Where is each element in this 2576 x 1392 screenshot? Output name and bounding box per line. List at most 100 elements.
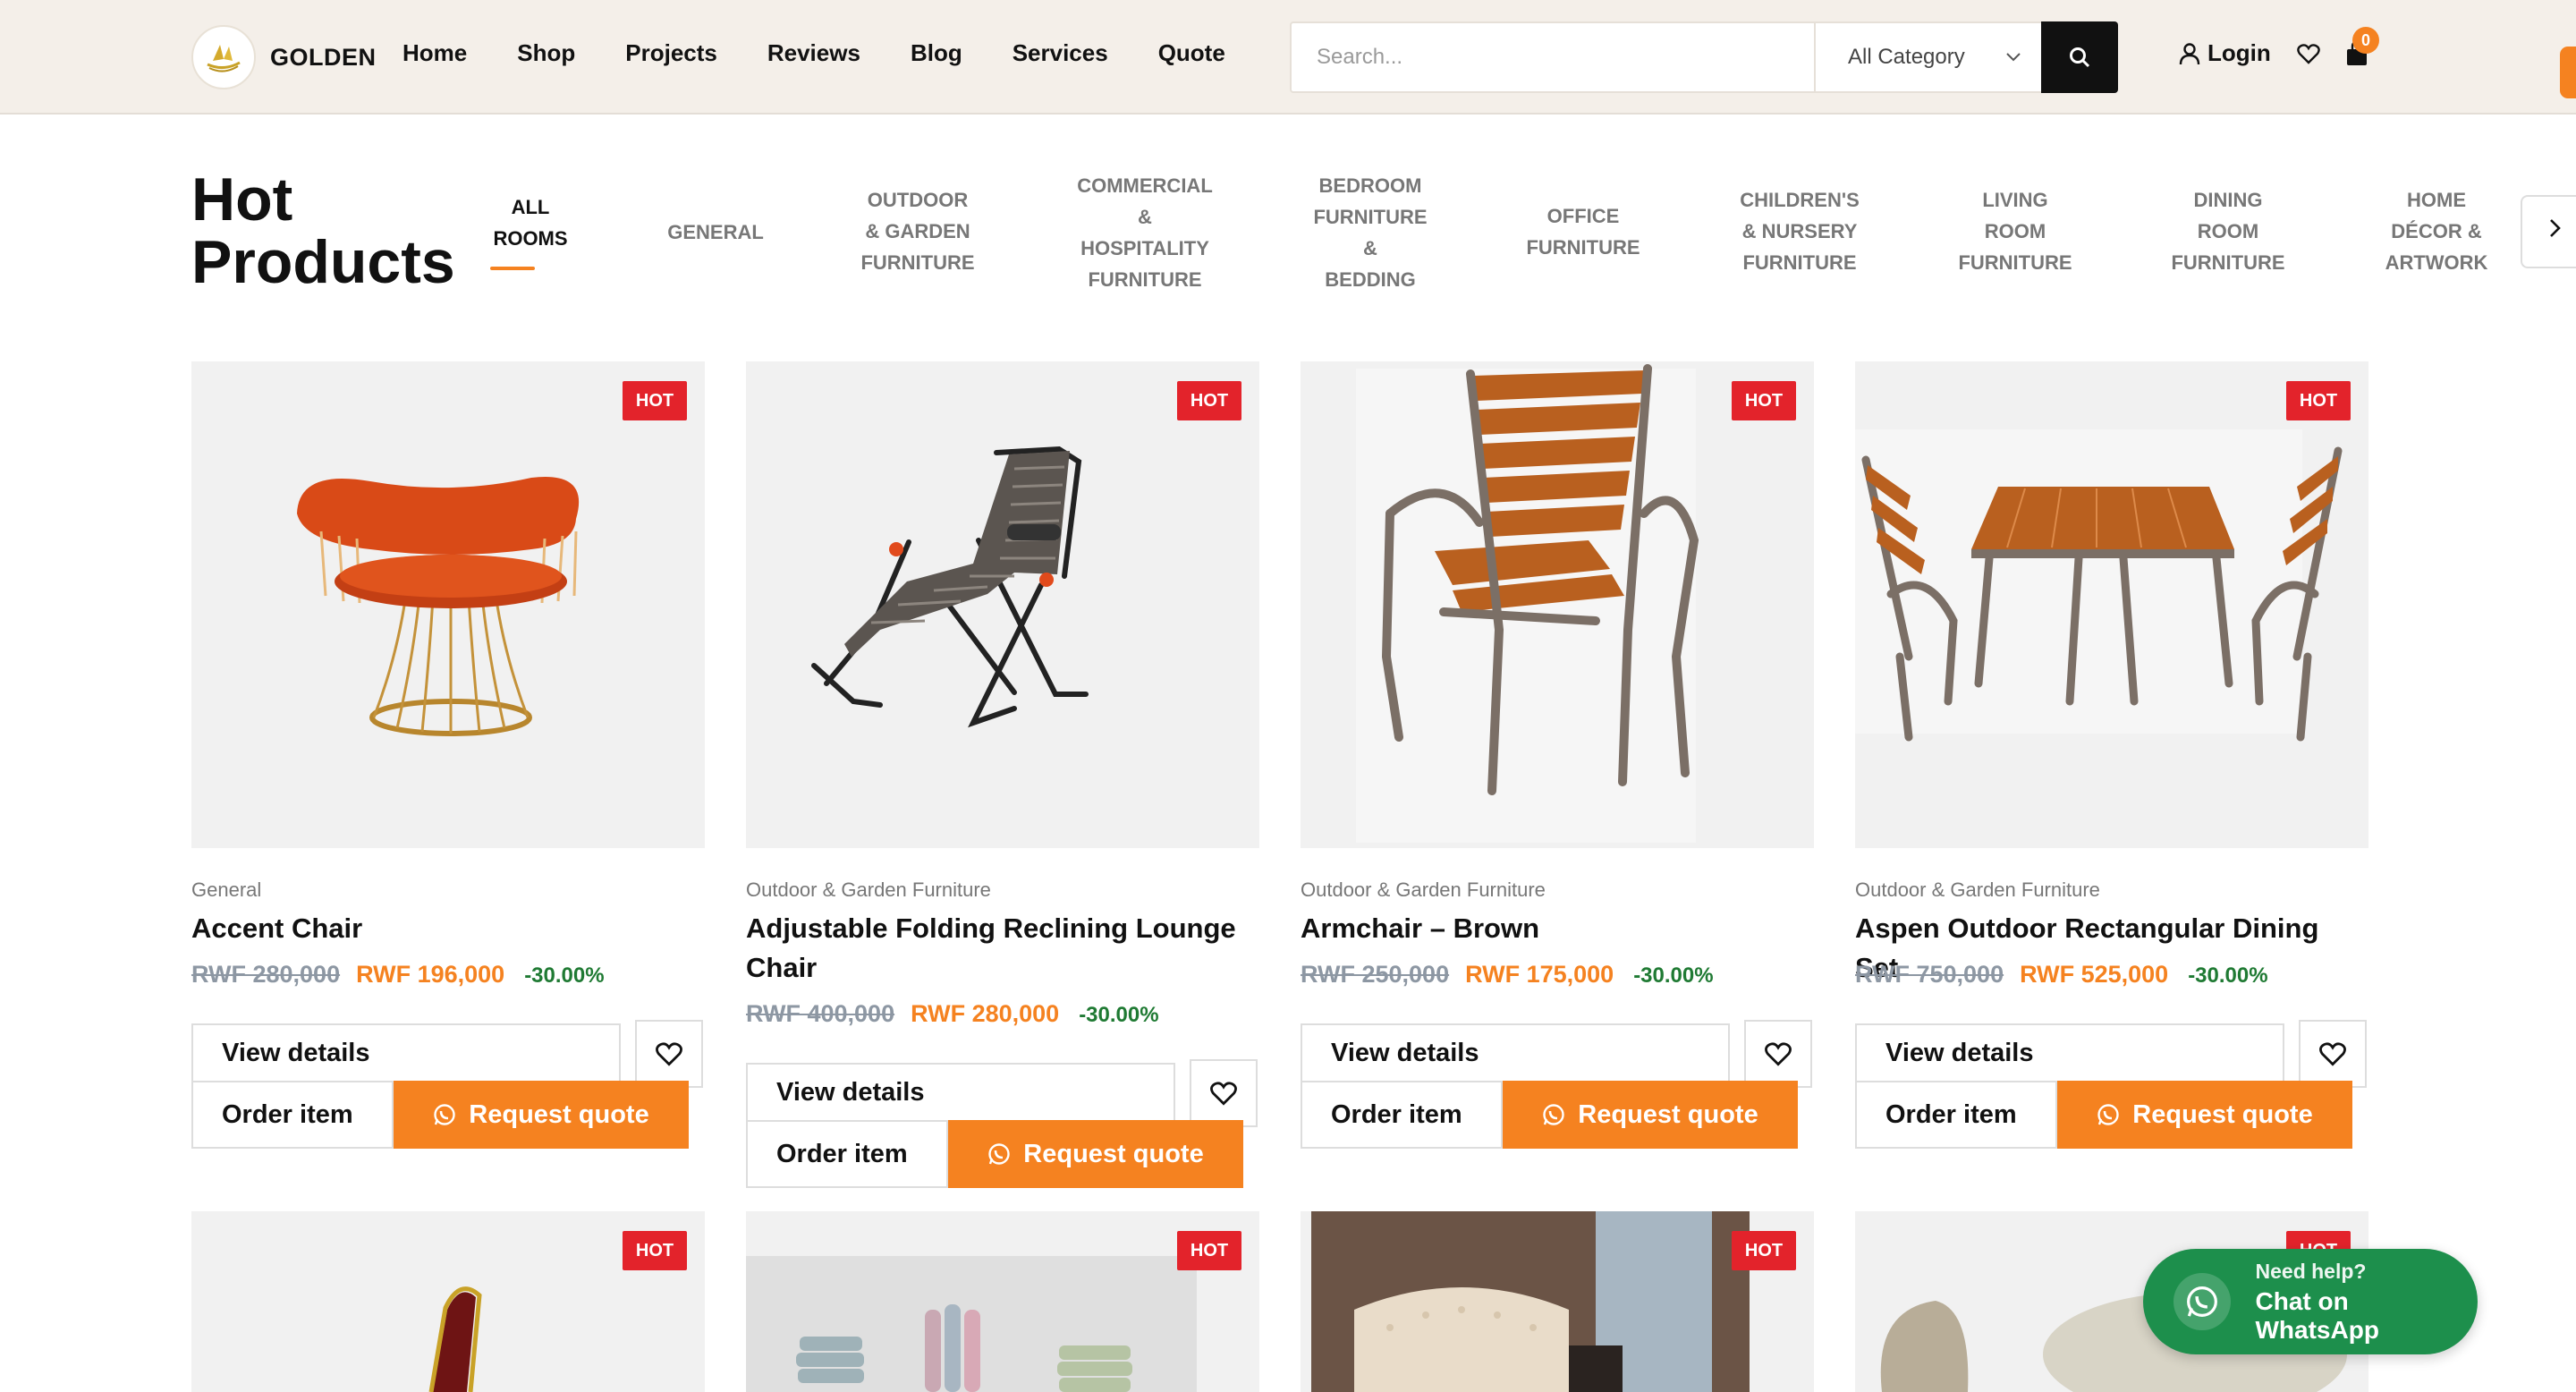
- main-nav: Home Shop Projects Reviews Blog Services…: [402, 39, 1275, 67]
- product-title[interactable]: Adjustable Folding Reclining Lounge Chai…: [746, 909, 1259, 988]
- hot-badge: HOT: [1177, 1231, 1241, 1270]
- whatsapp-chat-label: Chat on WhatsApp: [2255, 1286, 2379, 1344]
- wishlist-button[interactable]: [2297, 43, 2320, 69]
- dining-set-illustration: [1855, 429, 2343, 742]
- sale-price: RWF 525,000: [2020, 961, 2169, 988]
- hot-badge: HOT: [1177, 381, 1241, 420]
- whatsapp-help-label: Need help?: [2255, 1259, 2367, 1283]
- product-image[interactable]: HOT: [1301, 361, 1814, 848]
- whatsapp-icon: [2174, 1273, 2231, 1330]
- tab-living-room[interactable]: LIVING ROOM FURNITURE: [1941, 184, 2089, 278]
- wishlist-button[interactable]: [635, 1020, 703, 1088]
- product-image[interactable]: HOT: [746, 1211, 1259, 1392]
- nav-quote[interactable]: Quote: [1158, 39, 1225, 67]
- tab-dining-room[interactable]: DINING ROOM FURNITURE: [2154, 184, 2302, 278]
- tab-bedroom-bedding[interactable]: BEDROOM FURNITURE & BEDDING: [1293, 170, 1447, 295]
- accent-chair-illustration: [297, 476, 580, 736]
- whatsapp-chat-widget[interactable]: Need help? Chat on WhatsApp: [2143, 1249, 2478, 1354]
- old-price: RWF 750,000: [1855, 961, 2004, 988]
- request-quote-button[interactable]: Request quote: [394, 1081, 689, 1149]
- tab-office-furniture[interactable]: OFFICE FURNITURE: [1512, 200, 1655, 263]
- product-category: Outdoor & Garden Furniture: [1301, 878, 1546, 901]
- price-row: RWF 750,000 RWF 525,000 -30.00%: [1855, 961, 2268, 989]
- tab-all-rooms[interactable]: ALL ROOMS: [474, 191, 587, 254]
- price-row: RWF 400,000 RWF 280,000 -30.00%: [746, 1000, 1159, 1028]
- nav-services[interactable]: Services: [1013, 39, 1108, 67]
- tab-outdoor-garden[interactable]: OUTDOOR & GARDEN FURNITURE: [846, 184, 989, 278]
- chevron-down-icon: [2006, 53, 2021, 62]
- heart-icon: [2319, 1042, 2346, 1066]
- chevron-right-icon: [2550, 219, 2561, 237]
- hot-badge: HOT: [1732, 1231, 1796, 1270]
- tabs-scroll-arrow[interactable]: [2521, 195, 2576, 268]
- wishlist-button[interactable]: [2299, 1020, 2367, 1088]
- hot-badge: HOT: [2286, 381, 2351, 420]
- category-select-value: All Category: [1848, 45, 1965, 69]
- whatsapp-icon: [434, 1104, 455, 1125]
- product-title[interactable]: Accent Chair: [191, 909, 705, 948]
- nav-shop[interactable]: Shop: [517, 39, 575, 67]
- order-item-button[interactable]: Order item: [1855, 1081, 2057, 1149]
- request-quote-button[interactable]: Request quote: [1503, 1081, 1798, 1149]
- heart-icon: [1765, 1042, 1792, 1066]
- order-item-button[interactable]: Order item: [191, 1081, 394, 1149]
- search-input[interactable]: [1292, 23, 1814, 91]
- product-image[interactable]: HOT: [1301, 1211, 1814, 1392]
- product-image[interactable]: HOT: [191, 1211, 705, 1392]
- heart-icon: [2297, 44, 2320, 64]
- discount-label: -30.00%: [1079, 1003, 1159, 1027]
- sale-price: RWF 196,000: [356, 961, 505, 988]
- category-select[interactable]: All Category: [1814, 23, 2041, 91]
- whatsapp-icon: [2097, 1104, 2119, 1125]
- price-row: RWF 280,000 RWF 196,000 -30.00%: [191, 961, 605, 989]
- view-details-button[interactable]: View details: [1855, 1023, 2284, 1082]
- price-row: RWF 250,000 RWF 175,000 -30.00%: [1301, 961, 1714, 989]
- product-image[interactable]: HOT: [191, 361, 705, 848]
- product-image[interactable]: HOT: [1855, 361, 2368, 848]
- tab-home-decor-artwork[interactable]: HOME DÉCOR & ARTWORK: [2368, 184, 2504, 278]
- request-quote-button[interactable]: Request quote: [948, 1120, 1243, 1188]
- view-details-button[interactable]: View details: [746, 1063, 1175, 1122]
- discount-label: -30.00%: [2188, 963, 2268, 988]
- user-icon: [2179, 42, 2200, 64]
- product-category: Outdoor & Garden Furniture: [746, 878, 991, 901]
- search-icon: [2070, 47, 2090, 68]
- order-item-button[interactable]: Order item: [746, 1120, 948, 1188]
- hot-badge: HOT: [623, 1231, 687, 1270]
- site-header: GOLDEN Home Shop Projects Reviews Blog S…: [0, 0, 2576, 115]
- armchair-illustration: [1356, 364, 1699, 843]
- wishlist-button[interactable]: [1744, 1020, 1812, 1088]
- product-category: General: [191, 878, 262, 901]
- nav-projects[interactable]: Projects: [625, 39, 717, 67]
- tab-childrens-nursery[interactable]: CHILDREN'S & NURSERY FURNITURE: [1724, 184, 1875, 278]
- heart-icon: [1210, 1082, 1237, 1106]
- sale-price: RWF 280,000: [911, 1000, 1060, 1027]
- discount-label: -30.00%: [1633, 963, 1714, 988]
- request-quote-button[interactable]: Request quote: [2057, 1081, 2352, 1149]
- product-image[interactable]: HOT: [746, 361, 1259, 848]
- lounge-chair-illustration: [811, 446, 1089, 728]
- product-title[interactable]: Armchair – Brown: [1301, 909, 1814, 948]
- scrollbar-thumb[interactable]: [2560, 47, 2576, 98]
- active-tab-indicator: [490, 267, 535, 270]
- login-link[interactable]: Login: [2179, 39, 2271, 67]
- nav-reviews[interactable]: Reviews: [767, 39, 860, 67]
- nav-home[interactable]: Home: [402, 39, 467, 67]
- order-item-button[interactable]: Order item: [1301, 1081, 1503, 1149]
- wishlist-button[interactable]: [1190, 1059, 1258, 1127]
- hot-badge: HOT: [1732, 381, 1796, 420]
- view-details-button[interactable]: View details: [1301, 1023, 1730, 1082]
- heart-icon: [656, 1042, 682, 1066]
- discount-label: -30.00%: [524, 963, 605, 988]
- logo[interactable]: GOLDEN: [191, 25, 377, 89]
- tab-commercial-hospitality[interactable]: COMMERCIAL & HOSPITALITY FURNITURE: [1055, 170, 1234, 295]
- whatsapp-text: Need help? Chat on WhatsApp: [2256, 1260, 2479, 1345]
- tab-general[interactable]: GENERAL: [651, 216, 780, 248]
- sale-price: RWF 175,000: [1465, 961, 1614, 988]
- logo-text: GOLDEN: [270, 43, 377, 71]
- old-price: RWF 400,000: [746, 1000, 895, 1027]
- view-details-button[interactable]: View details: [191, 1023, 621, 1082]
- search-button[interactable]: [2041, 21, 2118, 93]
- nav-blog[interactable]: Blog: [911, 39, 962, 67]
- hot-badge: HOT: [623, 381, 687, 420]
